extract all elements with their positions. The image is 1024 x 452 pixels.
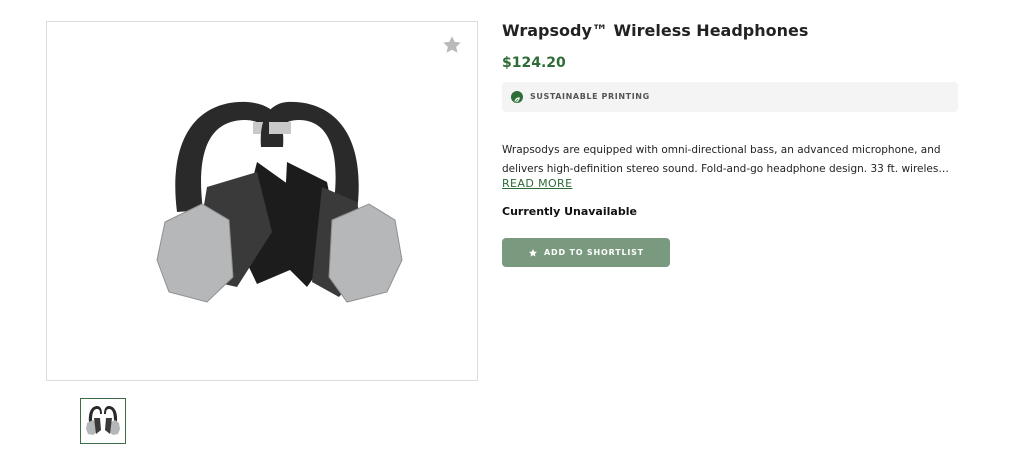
favorite-star-icon[interactable]: [441, 34, 463, 56]
product-page: Wrapsody™ Wireless Headphones $124.20 SU…: [0, 0, 1024, 452]
sustainable-printing-badge: SUSTAINABLE PRINTING: [502, 82, 958, 112]
product-title: Wrapsody™ Wireless Headphones: [502, 21, 809, 40]
product-thumbnail[interactable]: [80, 398, 126, 444]
add-to-shortlist-button[interactable]: ADD TO SHORTLIST: [502, 238, 670, 267]
description-line: Wrapsodys are equipped with omni-directi…: [502, 144, 941, 156]
shortlist-button-label: ADD TO SHORTLIST: [544, 248, 644, 257]
headphones-image: [156, 101, 403, 303]
product-image-panel: [46, 21, 478, 381]
shortlist-button-content: ADD TO SHORTLIST: [502, 248, 670, 258]
product-price: $124.20: [502, 55, 566, 71]
headphones-thumbnail-image: [86, 406, 120, 435]
product-description: Wrapsodys are equipped with omni-directi…: [502, 141, 962, 179]
leaf-icon: [511, 91, 523, 104]
availability-status: Currently Unavailable: [502, 205, 637, 218]
badge-label: SUSTAINABLE PRINTING: [530, 92, 650, 101]
star-icon: [529, 248, 537, 257]
read-more-link[interactable]: READ MORE: [502, 177, 572, 190]
